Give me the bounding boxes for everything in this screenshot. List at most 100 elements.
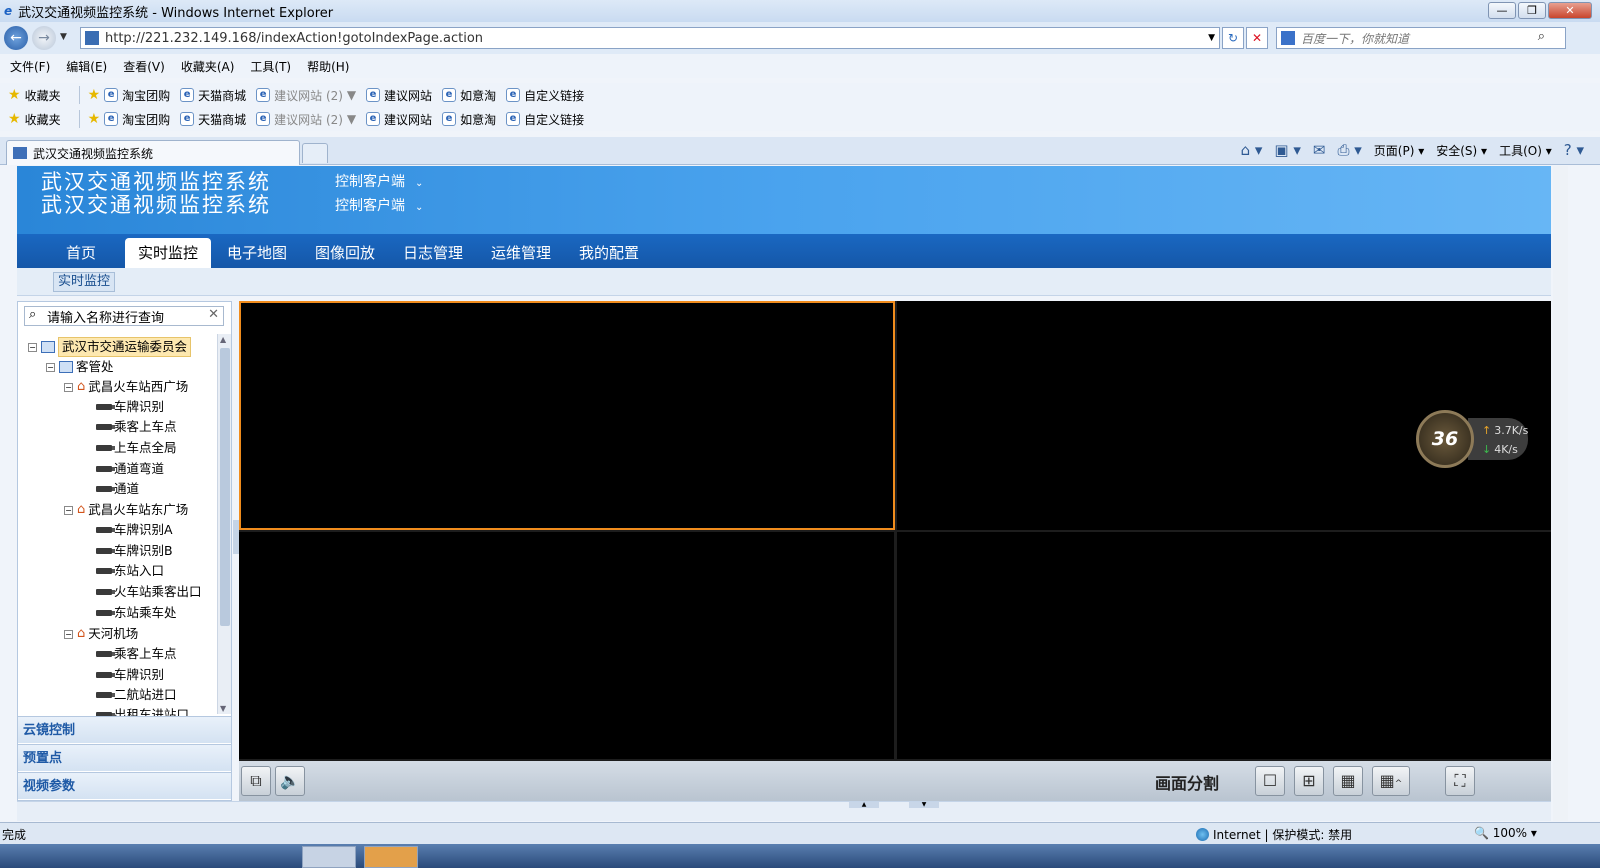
address-bar[interactable]: http://221.232.149.168/indexAction!gotoI… — [80, 27, 1220, 49]
fav-link[interactable]: e 淘宝团购 — [104, 111, 170, 128]
split-more-button[interactable]: ▦^ — [1372, 766, 1410, 796]
fav-link[interactable]: e 建议网站 (2) ▼ — [256, 87, 356, 104]
cmd-safety[interactable]: 安全(S) ▾ — [1436, 142, 1487, 159]
taskbar-button[interactable] — [302, 846, 356, 868]
back-button[interactable]: ← — [4, 26, 28, 50]
history-dropdown-icon[interactable]: ▼ — [60, 32, 67, 42]
address-url[interactable]: http://221.232.149.168/indexAction!gotoI… — [105, 31, 483, 46]
video-pane-1[interactable] — [239, 301, 895, 530]
video-pane-3[interactable] — [239, 532, 894, 759]
forward-button[interactable]: → — [32, 26, 56, 50]
feeds-icon[interactable]: ▣ ▾ — [1274, 141, 1300, 159]
tree-node-camera[interactable]: 乘客上车点 — [96, 645, 177, 663]
sound-icon[interactable]: 🔈 — [275, 766, 305, 796]
menu-edit[interactable]: 编辑(E) — [66, 58, 107, 75]
tree-node-camera[interactable]: 通道 — [96, 480, 139, 498]
split-4-button[interactable]: ⊞ — [1294, 766, 1324, 796]
cmd-tools[interactable]: 工具(O) ▾ — [1499, 142, 1552, 159]
client-selector[interactable]: 控制客户端 ⌄ — [335, 171, 423, 191]
refresh-button[interactable]: ↻ — [1222, 27, 1244, 49]
clear-icon[interactable]: ✕ — [208, 307, 219, 322]
fav-link[interactable]: e 天猫商城 — [180, 87, 246, 104]
split-9-button[interactable]: ▦ — [1333, 766, 1363, 796]
cmd-page[interactable]: 页面(P) ▾ — [1374, 142, 1424, 159]
mail-icon[interactable]: ✉ — [1313, 141, 1326, 159]
tree-node-camera[interactable]: 通道弯道 — [96, 460, 164, 478]
menu-file[interactable]: 文件(F) — [10, 58, 50, 75]
print-icon[interactable]: ⎙ ▾ — [1337, 141, 1361, 159]
tree-node-root[interactable]: − 武汉市交通运输委员会 — [28, 337, 192, 357]
favorites-button[interactable]: ★ 收藏夹 — [8, 87, 61, 104]
speed-badge[interactable]: 36 — [1416, 410, 1474, 468]
help-icon[interactable]: ? ▾ — [1564, 141, 1584, 159]
restore-button[interactable]: ❐ — [1518, 2, 1546, 19]
tab-my-config[interactable]: 我的配置 — [573, 238, 645, 268]
search-icon[interactable]: ⌕ — [1538, 29, 1545, 44]
fav-link[interactable]: e 淘宝团购 — [104, 87, 170, 104]
add-favorite-icon[interactable]: ★ — [88, 111, 101, 127]
zoom-level[interactable]: 🔍 100% ▾ — [1474, 826, 1537, 840]
tree-node-site[interactable]: − ⌂ 武昌火车站西广场 — [64, 378, 188, 396]
tab-ops[interactable]: 运维管理 — [485, 238, 557, 268]
search-box[interactable]: 百度一下，你就知道 ⌕ — [1276, 27, 1566, 49]
tab-emap[interactable]: 电子地图 — [221, 238, 293, 268]
fav-link[interactable]: e 如意淘 — [442, 111, 496, 128]
scroll-thumb[interactable] — [220, 348, 230, 626]
expand-down-icon[interactable]: ▼ — [909, 802, 939, 808]
menu-help[interactable]: 帮助(H) — [307, 58, 349, 75]
favorites-button[interactable]: ★ 收藏夹 — [8, 111, 61, 128]
minimize-button[interactable]: — — [1488, 2, 1516, 19]
accordion-presets[interactable]: 预置点 — [18, 744, 231, 771]
tree-node-camera[interactable]: 车牌识别A — [96, 521, 173, 539]
close-all-video-button[interactable]: ⧉ — [241, 766, 271, 796]
fav-link[interactable]: e 建议网站 — [366, 111, 432, 128]
tree-node-site[interactable]: − ⌂ 天河机场 — [64, 625, 138, 643]
menu-tools[interactable]: 工具(T) — [250, 58, 291, 75]
address-dropdown-icon[interactable]: ▼ — [1208, 33, 1215, 43]
page-scrollbar[interactable] — [1553, 166, 1568, 821]
fav-link[interactable]: e 天猫商城 — [180, 111, 246, 128]
client-selector[interactable]: 控制客户端 ⌄ — [335, 195, 423, 215]
browser-tab[interactable]: 武汉交通视频监控系统 — [6, 140, 300, 165]
tree-node-camera[interactable]: 车牌识别 — [96, 666, 164, 684]
fav-link[interactable]: e 建议网站 — [366, 87, 432, 104]
expand-up-icon[interactable]: ▲ — [849, 802, 879, 808]
home-icon[interactable]: ⌂ ▾ — [1241, 141, 1263, 159]
fav-link[interactable]: e 自定义链接 — [506, 111, 584, 128]
tree-node-camera[interactable]: 出租车进站口 — [96, 706, 189, 716]
add-favorite-icon[interactable]: ★ — [88, 87, 101, 103]
tree-node-camera[interactable]: 车牌识别B — [96, 542, 173, 560]
tree-node-camera[interactable]: 二航站进口 — [96, 686, 177, 704]
tab-home[interactable]: 首页 — [57, 238, 105, 268]
taskbar-button[interactable] — [364, 846, 418, 868]
split-1-button[interactable]: ☐ — [1255, 766, 1285, 796]
subtab-realtime-monitor[interactable]: 实时监控 — [53, 272, 116, 292]
tab-realtime-monitor[interactable]: 实时监控 — [125, 238, 211, 268]
menu-view[interactable]: 查看(V) — [123, 58, 165, 75]
tree-scrollbar[interactable]: ▲ ▼ — [217, 334, 231, 714]
tree-node-camera[interactable]: 东站乘车处 — [96, 604, 177, 622]
tree-search-input[interactable]: ⌕ 请输入名称进行查询 ✕ — [24, 306, 224, 326]
video-pane-4[interactable] — [897, 532, 1551, 759]
tab-logs[interactable]: 日志管理 — [397, 238, 469, 268]
tree-node-camera[interactable]: 东站入口 — [96, 562, 164, 580]
accordion-ptz-control[interactable]: 云镜控制 — [18, 716, 231, 743]
new-tab-button[interactable] — [302, 143, 328, 163]
search-placeholder[interactable]: 百度一下，你就知道 — [1301, 30, 1409, 47]
menu-favorites[interactable]: 收藏夹(A) — [181, 58, 235, 75]
tree-node-site[interactable]: − ⌂ 武昌火车站东广场 — [64, 501, 188, 519]
accordion-video-params[interactable]: 视频参数 — [18, 772, 231, 799]
fullscreen-button[interactable]: ⛶ — [1445, 766, 1475, 796]
fav-link[interactable]: e 自定义链接 — [506, 87, 584, 104]
tree-node-org[interactable]: − 客管处 — [46, 358, 114, 376]
stop-button[interactable]: ✕ — [1246, 27, 1268, 49]
fav-link[interactable]: e 如意淘 — [442, 87, 496, 104]
close-window-button[interactable]: ✕ — [1548, 2, 1592, 19]
tree-node-camera[interactable]: 乘客上车点 — [96, 418, 177, 436]
speed-widget[interactable]: ↑ 3.7K/s ↓ 4K/s 36 — [1416, 410, 1528, 468]
tree-node-camera[interactable]: 上车点全局 — [96, 439, 177, 457]
fav-link[interactable]: e 建议网站 (2) ▼ — [256, 111, 356, 128]
tree-node-camera[interactable]: 车牌识别 — [96, 398, 164, 416]
tab-playback[interactable]: 图像回放 — [309, 238, 381, 268]
tree-node-camera[interactable]: 火车站乘客出口 — [96, 583, 202, 601]
